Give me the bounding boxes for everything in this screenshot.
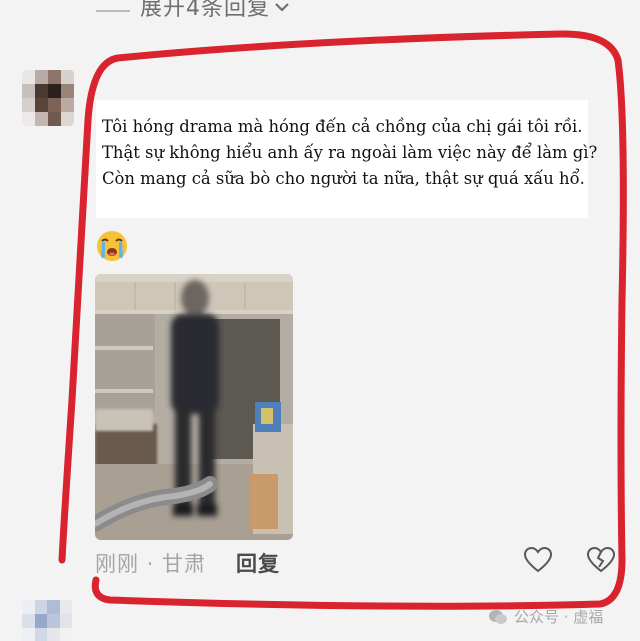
- comment-text-line: Thật sự không hiểu anh ấy ra ngoài làm v…: [102, 143, 598, 162]
- watermark: 公众号 · 虚福: [488, 606, 603, 627]
- expand-divider-line: [96, 10, 130, 12]
- expand-replies-button[interactable]: 展开4条回复: [96, 0, 290, 30]
- comment-screen: 展开4条回复 Tôi hóng drama mà hóng đến cả chồ…: [0, 0, 640, 641]
- avatar[interactable]: [22, 70, 74, 126]
- wechat-icon: [488, 607, 508, 627]
- expand-replies-label: 展开4条回复: [140, 0, 270, 21]
- comment-text-line: Tôi hóng drama mà hóng đến cả chồng của …: [102, 117, 583, 136]
- broken-heart-icon[interactable]: [586, 546, 616, 574]
- watermark-text: 公众号 · 虚福: [514, 608, 604, 626]
- heart-icon[interactable]: [523, 546, 553, 574]
- comment-text-line: Còn mang cả sữa bò cho người ta nữa, thậ…: [102, 169, 585, 188]
- loudly-crying-face-icon: [95, 229, 129, 263]
- comment-time-location: 刚刚 · 甘肃: [95, 552, 207, 576]
- next-comment-avatar[interactable]: [22, 600, 72, 641]
- comment-photo[interactable]: [95, 274, 293, 540]
- comment-overlay-text-box: Tôi hóng drama mà hóng đến cả chồng của …: [96, 100, 598, 218]
- chevron-down-icon: [274, 0, 290, 20]
- reply-button[interactable]: 回复: [236, 548, 280, 578]
